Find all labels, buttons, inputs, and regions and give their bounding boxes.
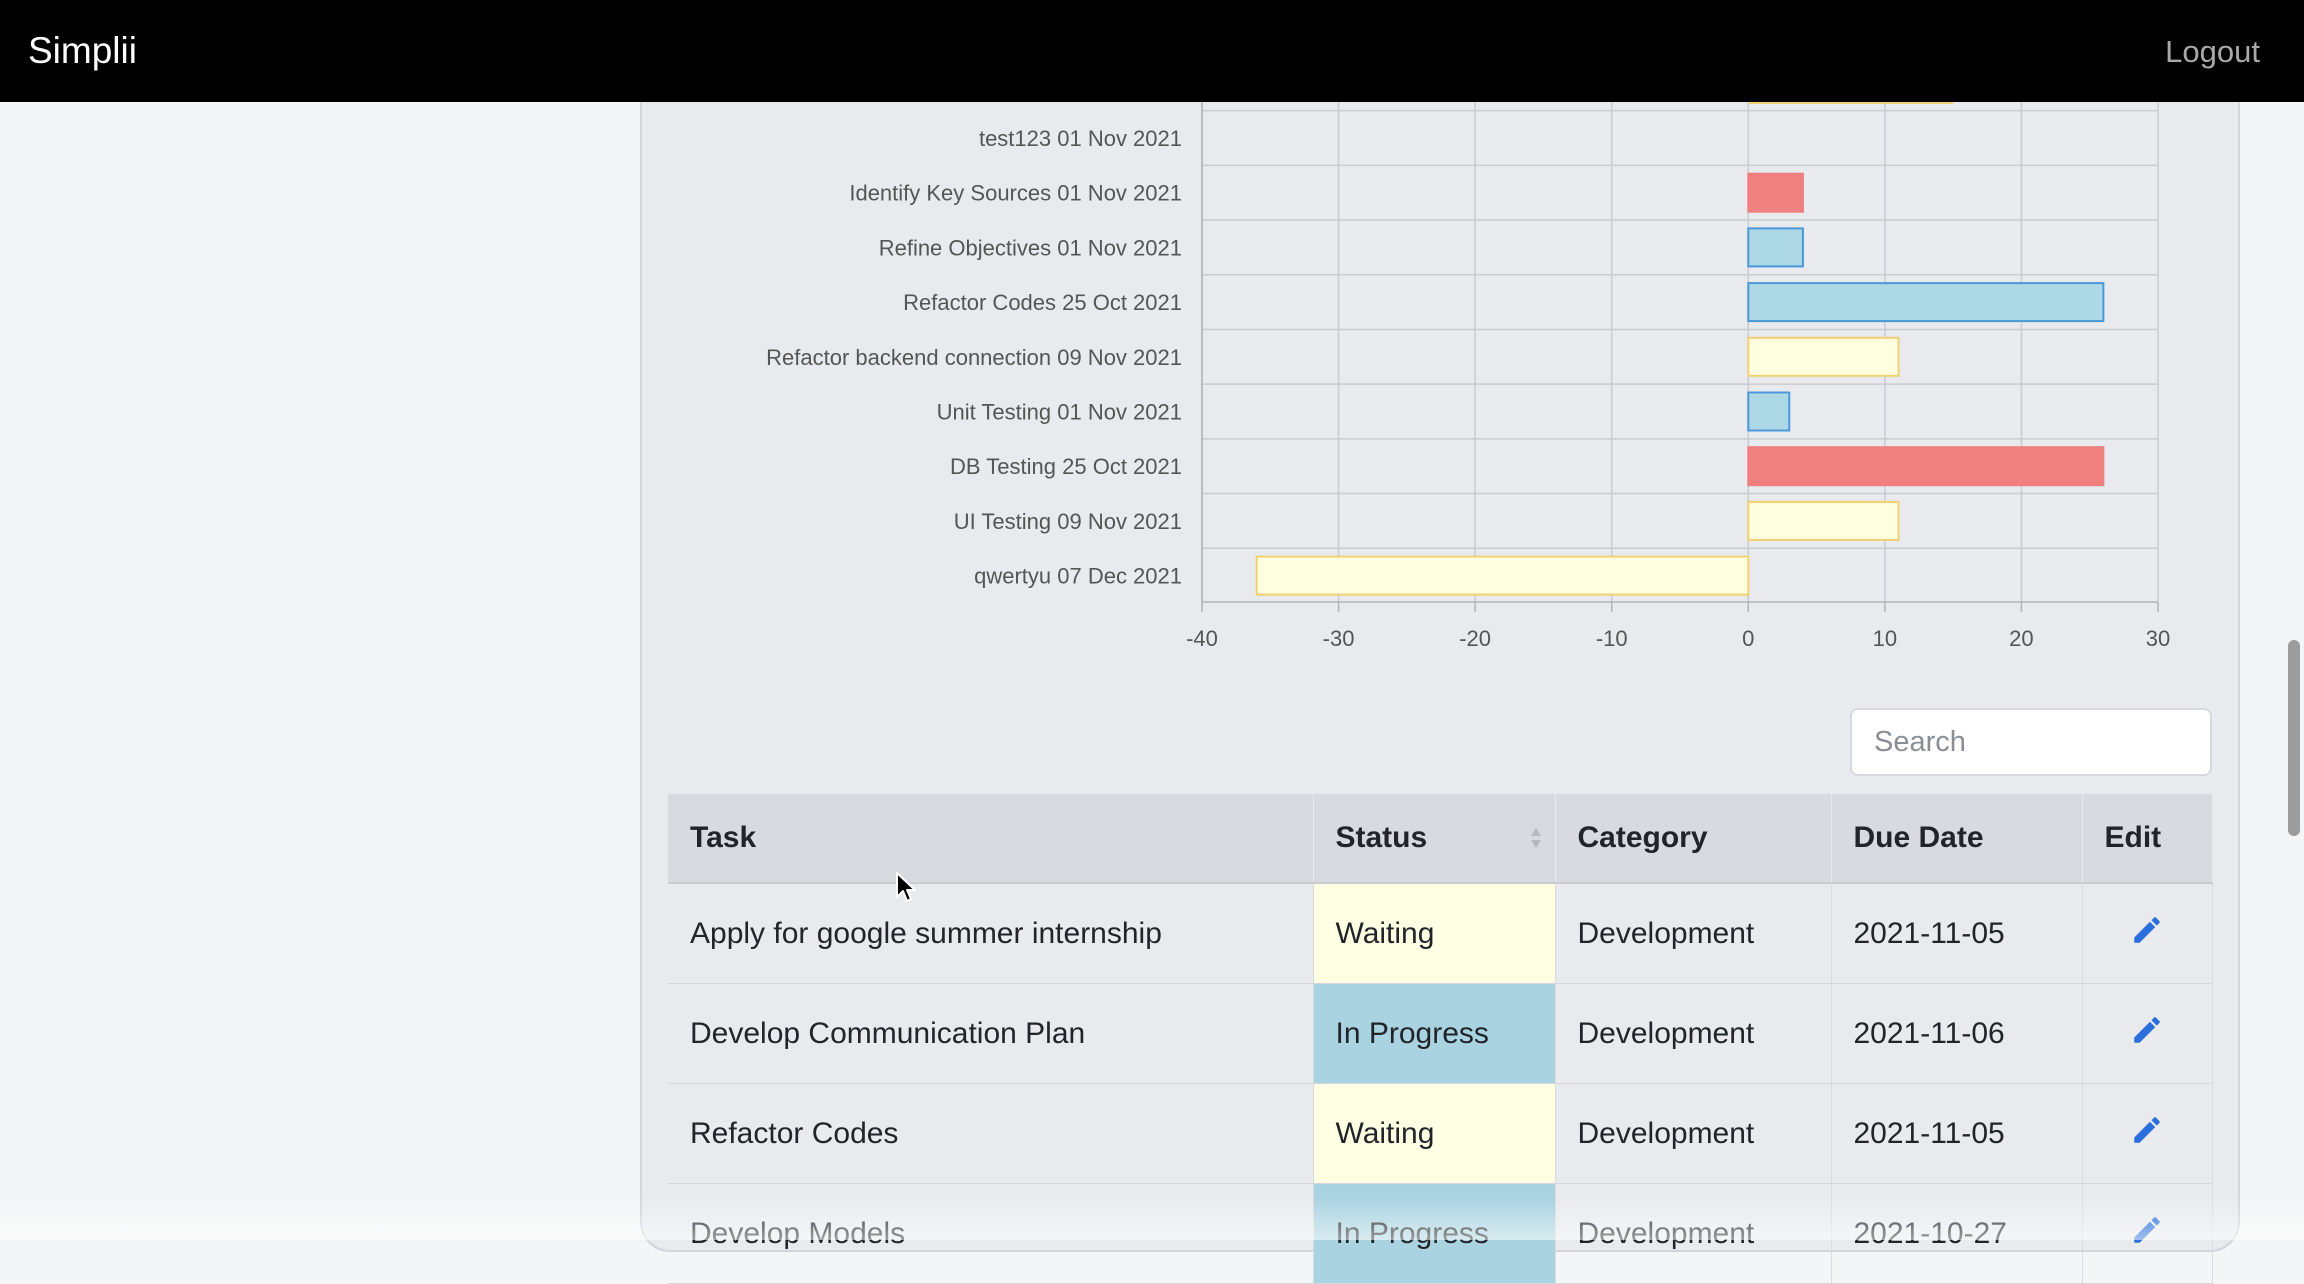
pencil-icon[interactable]: [2130, 1016, 2164, 1054]
x-tick-label: -40: [1186, 626, 1218, 651]
x-tick-label: -30: [1323, 626, 1355, 651]
task-cell: Develop Models: [668, 1183, 1314, 1284]
edit-cell[interactable]: [2082, 983, 2213, 1084]
status-cell: Waiting: [1313, 883, 1556, 984]
category-cell: Development: [1555, 1183, 1832, 1284]
due-date-cell: 2021-11-05: [1831, 1083, 2083, 1184]
task-progress-chart: -40 -30 -20 -10 0 10 20 30 test123 01 Nov 2021 Id…: [766, 102, 2170, 651]
page-scrollbar[interactable]: [2288, 640, 2300, 836]
header-category[interactable]: Category: [1555, 794, 1832, 884]
status-cell: Waiting: [1313, 1083, 1556, 1184]
bar: [1747, 336, 1900, 377]
bar: [1747, 446, 2105, 487]
x-tick-label: 10: [1873, 626, 1897, 651]
table-header-row: Task Status Category Due Date Edit: [668, 794, 2213, 884]
due-date-cell: 2021-11-06: [1831, 983, 2083, 1084]
pencil-icon[interactable]: [2130, 1116, 2164, 1154]
status-cell: In Progress: [1313, 983, 1556, 1084]
category-label: Identify Key Sources 01 Nov 2021: [849, 181, 1182, 206]
x-tick-label: -20: [1459, 626, 1491, 651]
category-label: DB Testing 25 Oct 2021: [950, 454, 1182, 479]
edit-cell[interactable]: [2082, 883, 2213, 984]
category-label: Refine Objectives 01 Nov 2021: [879, 235, 1182, 260]
header-status-label: Status: [1335, 821, 1428, 854]
table-row[interactable]: Develop Communication Plan In Progress Dev…: [668, 983, 2213, 1084]
pencil-icon[interactable]: [2130, 916, 2164, 954]
header-status[interactable]: Status: [1313, 794, 1556, 884]
task-table: Task Status Category Due Date Edit Apply…: [668, 794, 2213, 1284]
category-label: Refactor Codes 25 Oct 2021: [903, 290, 1182, 315]
x-tick-label: 20: [2009, 626, 2033, 651]
due-date-cell: 2021-10-27: [1831, 1183, 2083, 1284]
category-label: qwertyu 07 Dec 2021: [974, 564, 1182, 589]
x-tick-label: 30: [2146, 626, 2170, 651]
x-tick-label: 0: [1742, 626, 1754, 651]
category-label: test123 01 Nov 2021: [979, 126, 1182, 151]
search-input[interactable]: [1850, 708, 2212, 776]
bar: [1747, 227, 1804, 268]
bar: [1747, 500, 1900, 541]
bar: [1255, 555, 1750, 596]
bar: [1747, 391, 1791, 432]
header-due-date[interactable]: Due Date: [1831, 794, 2083, 884]
edit-cell[interactable]: [2082, 1083, 2213, 1184]
category-label: Refactor backend connection 09 Nov 2021: [766, 345, 1182, 370]
category-label: UI Testing 09 Nov 2021: [954, 509, 1182, 534]
edit-cell[interactable]: [2082, 1183, 2213, 1284]
mouse-cursor-icon: [896, 872, 916, 902]
category-cell: Development: [1555, 883, 1832, 984]
due-date-cell: 2021-11-05: [1831, 883, 2083, 984]
table-row[interactable]: Develop Models In Progress Development 2021…: [668, 1183, 2213, 1284]
bar: [1747, 282, 2105, 323]
sort-icon: [1530, 828, 1541, 848]
bar: [1747, 172, 1804, 213]
category-cell: Development: [1555, 1083, 1832, 1184]
x-tick-label: -10: [1596, 626, 1628, 651]
category-label: Unit Testing 01 Nov 2021: [937, 400, 1182, 425]
category-cell: Development: [1555, 983, 1832, 1084]
task-cell: Develop Communication Plan: [668, 983, 1314, 1084]
task-table-container: Task Status Category Due Date Edit Apply…: [668, 794, 2213, 1284]
pencil-icon[interactable]: [2130, 1216, 2164, 1254]
status-cell: In Progress: [1313, 1183, 1556, 1284]
table-row[interactable]: Refactor Codes Waiting Development 2021-11-…: [668, 1083, 2213, 1184]
task-cell: Apply for google summer internship: [668, 883, 1314, 984]
task-cell: Refactor Codes: [668, 1083, 1314, 1184]
header-task[interactable]: Task: [668, 794, 1314, 884]
header-edit: Edit: [2082, 794, 2213, 884]
